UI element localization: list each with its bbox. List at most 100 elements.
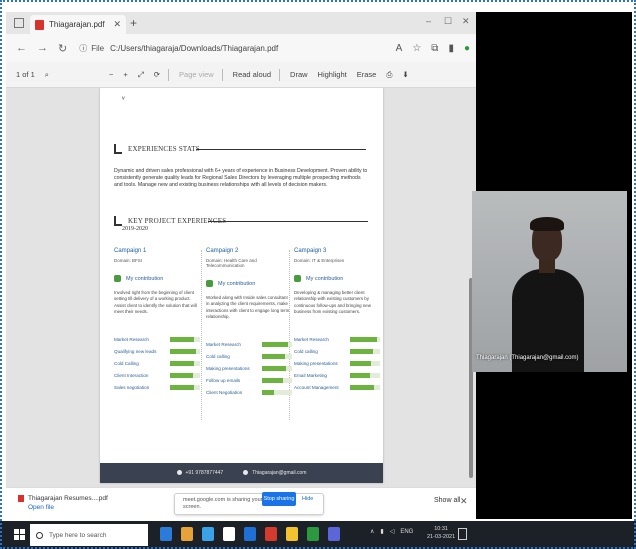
skill-bar-fill xyxy=(350,372,370,378)
maximize-button[interactable]: ☐ xyxy=(444,16,452,27)
close-window-button[interactable]: ✕ xyxy=(462,16,470,27)
campaign-title: Campaign 1 xyxy=(114,248,147,254)
skill-row: Client Negotiation xyxy=(206,387,292,397)
taskbar-app-icon[interactable] xyxy=(265,527,277,541)
profile-icon[interactable]: ● xyxy=(464,43,470,54)
zoom-out-button[interactable]: − xyxy=(109,70,113,79)
taskbar-app-icon[interactable] xyxy=(223,527,235,541)
hide-button[interactable]: Hide xyxy=(302,492,313,506)
print-icon[interactable]: ⎙ xyxy=(386,70,392,80)
tab-close-icon[interactable]: ✕ xyxy=(113,19,121,30)
taskbar: Type here to search ∧ ▮ ◁ ENG 10:31 21-0… xyxy=(0,521,636,549)
extension-icon[interactable]: ▮ xyxy=(448,43,454,54)
taskbar-app-icon[interactable] xyxy=(328,527,340,541)
search-icon xyxy=(36,531,43,539)
skill-row: Market Research xyxy=(114,334,200,344)
campaign-column: Campaign 2 Domain: Health Care and Telec… xyxy=(206,248,292,399)
collections-icon[interactable]: ⧉ xyxy=(431,43,438,54)
project-years: 2019-2020 xyxy=(122,226,148,232)
skill-row: Market Research xyxy=(294,334,380,344)
campaign-domain: Domain: Health Care and Telecommunicatio… xyxy=(206,258,257,268)
forward-icon[interactable]: → xyxy=(37,42,48,54)
rotate-icon[interactable]: ⟳ xyxy=(154,70,160,79)
read-aloud-button[interactable]: Read aloud xyxy=(233,70,271,79)
url-field[interactable]: ⓘ File C:/Users/thiagaraja/Downloads/Thi… xyxy=(79,39,395,57)
tray-arrow-icon[interactable]: ∧ xyxy=(370,528,374,535)
highlight-button[interactable]: Highlight xyxy=(318,70,347,79)
skill-row: Cold Calling xyxy=(114,358,200,368)
search-icon[interactable]: ⌕ xyxy=(45,70,49,80)
skill-bar xyxy=(262,365,292,371)
zoom-in-button[interactable]: + xyxy=(123,70,127,79)
pdf-icon xyxy=(35,19,44,30)
page-view-button[interactable]: Page view xyxy=(179,70,214,79)
save-icon[interactable]: ⬇ xyxy=(402,70,408,79)
taskbar-app-icon[interactable] xyxy=(307,527,319,541)
skill-bar xyxy=(350,360,380,366)
taskbar-app-icon[interactable] xyxy=(202,527,214,541)
taskbar-app-icon[interactable] xyxy=(181,527,193,541)
skill-bar-fill xyxy=(170,348,196,354)
taskbar-apps xyxy=(160,527,340,541)
open-file-link[interactable]: Open file xyxy=(28,504,54,511)
taskbar-app-icon[interactable] xyxy=(286,527,298,541)
skill-row: Account Management xyxy=(294,382,380,392)
erase-button[interactable]: Erase xyxy=(357,70,377,79)
stop-sharing-button[interactable]: Stop sharing xyxy=(262,492,296,506)
tab-bar: Thiagarajan.pdf ✕ + – ☐ ✕ xyxy=(6,12,476,34)
skill-bar xyxy=(170,384,200,390)
skill-bar-fill xyxy=(350,360,371,366)
taskbar-app-icon[interactable] xyxy=(244,527,256,541)
person-hair xyxy=(530,217,564,231)
skill-bar-fill xyxy=(170,384,194,390)
skill-bar xyxy=(262,377,292,383)
system-tray: ∧ ▮ ◁ ENG xyxy=(370,528,413,536)
skill-bar xyxy=(350,384,380,390)
skill-bar-fill xyxy=(350,384,374,390)
network-icon[interactable]: ▮ xyxy=(380,528,383,535)
skill-bar-fill xyxy=(170,336,194,342)
draw-button[interactable]: Draw xyxy=(290,70,308,79)
skill-bar xyxy=(262,389,292,395)
favorite-icon[interactable]: ☆ xyxy=(412,43,421,54)
pdf-viewer[interactable]: ᵥ EXPERIENCES STATS Dynamic and driven s… xyxy=(6,88,476,487)
read-mode-icon[interactable]: A xyxy=(396,43,403,54)
page-nav[interactable]: 1 of 1 xyxy=(16,70,35,79)
info-icon: ⓘ xyxy=(79,43,88,53)
campaign-domain: Domain: BFSI xyxy=(114,258,143,263)
campaign-description: Involved right from the beginning of cli… xyxy=(114,290,197,314)
skill-bar-fill xyxy=(262,377,283,383)
skill-row: Making presentations xyxy=(294,358,380,368)
taskbar-search[interactable]: Type here to search xyxy=(30,524,148,546)
address-actions: A ☆ ⧉ ▮ ● xyxy=(396,43,470,54)
workspace-icon[interactable] xyxy=(14,18,24,28)
fit-page-icon[interactable]: ⤢ xyxy=(138,70,144,80)
new-tab-button[interactable]: + xyxy=(130,16,137,30)
language-indicator[interactable]: ENG xyxy=(400,529,413,535)
campaign-title: Campaign 3 xyxy=(294,248,327,254)
skill-row: Qualifying new leads xyxy=(114,346,200,356)
pdf-toolbar: 1 of 1 ⌕ − + ⤢ ⟳ Page view Read aloud Dr… xyxy=(6,62,476,88)
back-icon[interactable]: ← xyxy=(16,42,27,54)
campaign-column: Campaign 3 Domain: IT & Enterprises My c… xyxy=(294,248,380,394)
volume-icon[interactable]: ◁ xyxy=(390,528,395,535)
skill-bar-fill xyxy=(350,348,373,354)
skill-bar xyxy=(170,348,200,354)
download-bar-close-icon[interactable]: ✕ xyxy=(460,496,468,507)
windows-start-icon[interactable] xyxy=(14,529,25,540)
notification-icon[interactable] xyxy=(458,528,467,540)
minimize-button[interactable]: – xyxy=(426,16,431,26)
contribution-heading: My contribution xyxy=(206,280,292,287)
participant-video[interactable]: Thiagarajan (Thiagarajan@gmail.com) xyxy=(472,191,627,372)
show-all-button[interactable]: Show all xyxy=(434,497,460,504)
download-item[interactable]: Thiagarajan Resumes....pdf Open file xyxy=(18,494,108,512)
browser-window: Thiagarajan.pdf ✕ + – ☐ ✕ ← → ↻ ⓘ File C… xyxy=(6,12,476,519)
refresh-icon[interactable]: ↻ xyxy=(58,42,67,55)
skill-bar xyxy=(350,372,380,378)
participant-name: Thiagarajan (Thiagarajan@gmail.com) xyxy=(476,355,579,361)
skill-bar-fill xyxy=(350,336,377,342)
tab-pdf[interactable]: Thiagarajan.pdf ✕ xyxy=(30,15,126,34)
taskbar-app-icon[interactable] xyxy=(160,527,172,541)
clock[interactable]: 10:31 21-03-2021 xyxy=(427,525,455,541)
skill-bar-fill xyxy=(262,353,285,359)
